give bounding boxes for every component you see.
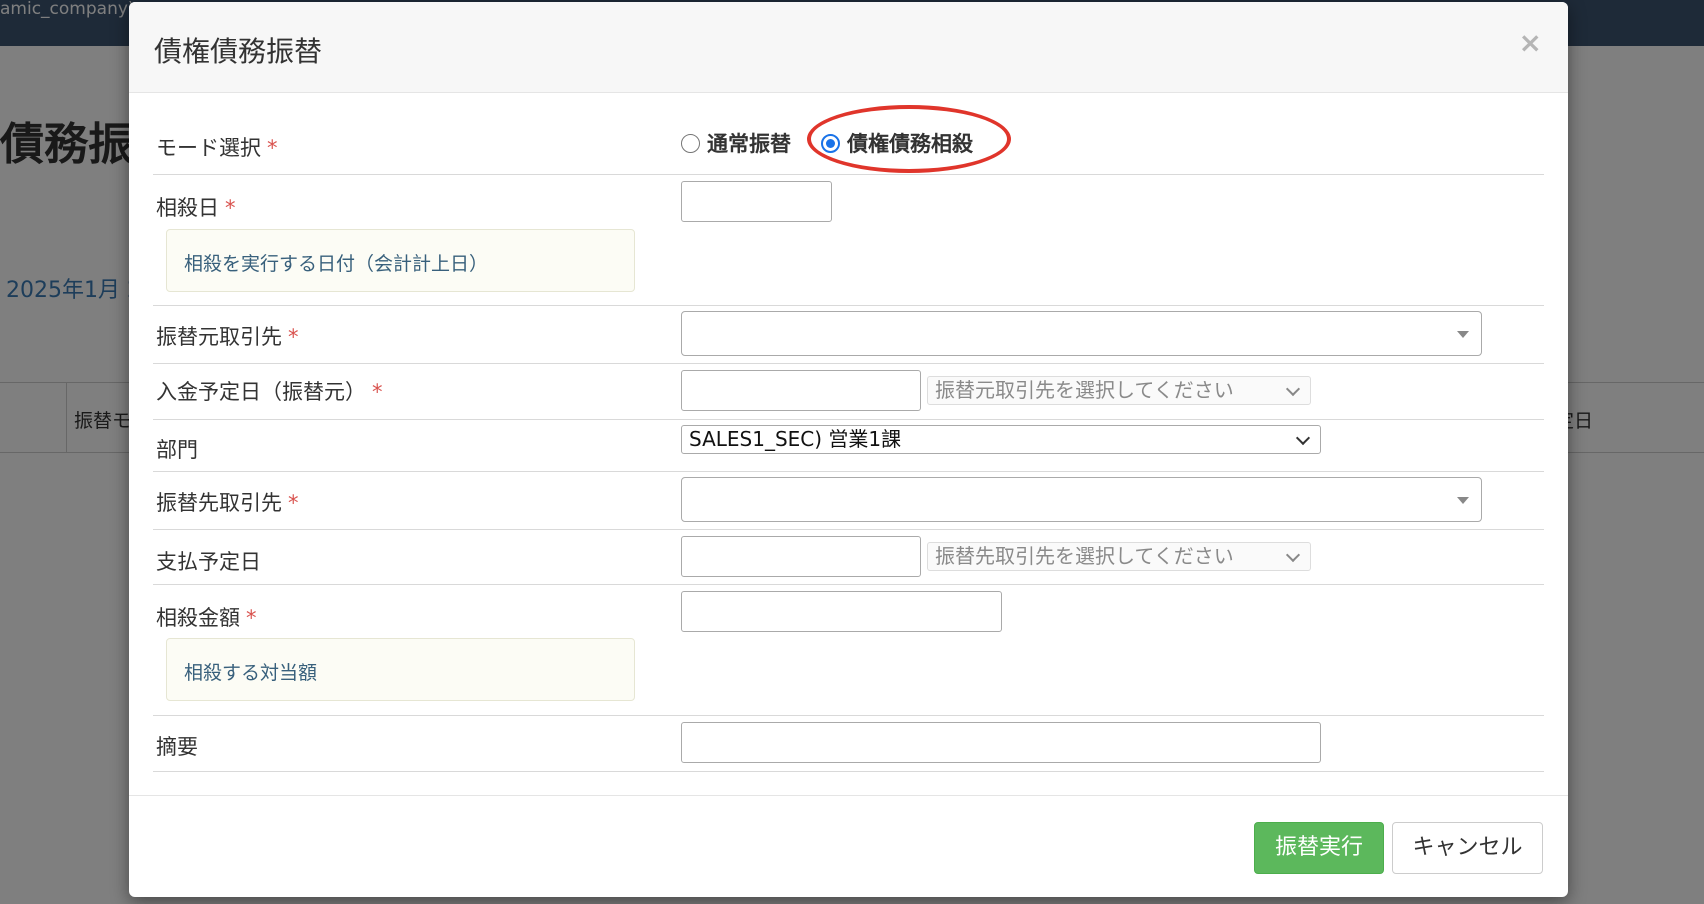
payment-date-input[interactable]	[681, 536, 921, 577]
target-partner-combobox[interactable]	[681, 477, 1482, 522]
highlight-annotation	[807, 105, 1011, 173]
deposit-date-select: 振替元取引先を選択してください	[927, 376, 1311, 405]
offset-amount-label: 相殺金額 *	[156, 602, 257, 632]
offset-amount-help: 相殺する対当額	[166, 638, 635, 701]
required-mark: *	[225, 196, 236, 220]
target-partner-label-text: 振替先取引先	[156, 491, 282, 515]
payment-date-select: 振替先取引先を選択してください	[927, 542, 1311, 571]
close-icon[interactable]: ×	[1519, 28, 1542, 58]
radio-button[interactable]	[681, 134, 700, 153]
execute-transfer-button[interactable]: 振替実行	[1254, 822, 1384, 874]
offset-date-row: 相殺日 * 相殺を実行する日付（会計計上日）	[153, 175, 1544, 306]
mode-label: モード選択 *	[156, 132, 278, 162]
source-partner-label-text: 振替元取引先	[156, 325, 282, 349]
deposit-date-label-text: 入金予定日（振替元）	[156, 380, 366, 404]
mode-label-text: モード選択	[156, 136, 261, 160]
memo-input[interactable]	[681, 722, 1321, 763]
offset-date-help: 相殺を実行する日付（会計計上日）	[166, 229, 635, 292]
dropdown-arrow-icon	[1457, 331, 1469, 338]
offset-date-label-text: 相殺日	[156, 196, 219, 220]
deposit-date-label: 入金予定日（振替元） *	[156, 376, 383, 406]
required-mark: *	[246, 606, 257, 630]
chevron-down-icon	[1285, 381, 1301, 397]
transfer-modal: 債権債務振替 × モード選択 * 相殺日 * 相殺を実行する日付（会計計上日） 振替…	[129, 2, 1568, 897]
source-partner-combobox[interactable]	[681, 311, 1482, 356]
required-mark: *	[288, 491, 299, 515]
payment-date-label: 支払予定日	[156, 550, 261, 574]
offset-amount-input[interactable]	[681, 591, 1002, 632]
modal-title: 債権債務振替	[154, 35, 323, 68]
department-selected-value: SALES1_SEC) 営業1課	[689, 427, 902, 451]
required-mark: *	[372, 380, 383, 404]
source-partner-label: 振替元取引先 *	[156, 321, 299, 351]
offset-date-label: 相殺日 *	[156, 192, 236, 222]
offset-amount-label-text: 相殺金額	[156, 606, 240, 630]
chevron-down-icon	[1295, 430, 1311, 446]
department-label: 部門	[156, 438, 198, 462]
required-mark: *	[288, 325, 299, 349]
payment-date-select-placeholder: 振替先取引先を選択してください	[935, 544, 1234, 568]
deposit-date-select-placeholder: 振替元取引先を選択してください	[935, 378, 1234, 402]
cancel-button[interactable]: キャンセル	[1392, 822, 1543, 874]
modal-header: 債権債務振替 ×	[129, 2, 1568, 93]
modal-footer: 振替実行 キャンセル	[129, 795, 1568, 897]
memo-label: 摘要	[156, 735, 198, 759]
target-partner-label: 振替先取引先 *	[156, 487, 299, 517]
chevron-down-icon	[1285, 547, 1301, 563]
required-mark: *	[267, 136, 278, 160]
radio-label: 通常振替	[707, 132, 791, 156]
offset-date-input[interactable]	[681, 181, 832, 222]
deposit-date-input[interactable]	[681, 370, 921, 411]
department-select[interactable]: SALES1_SEC) 営業1課	[681, 425, 1321, 454]
dropdown-arrow-icon	[1457, 497, 1469, 504]
